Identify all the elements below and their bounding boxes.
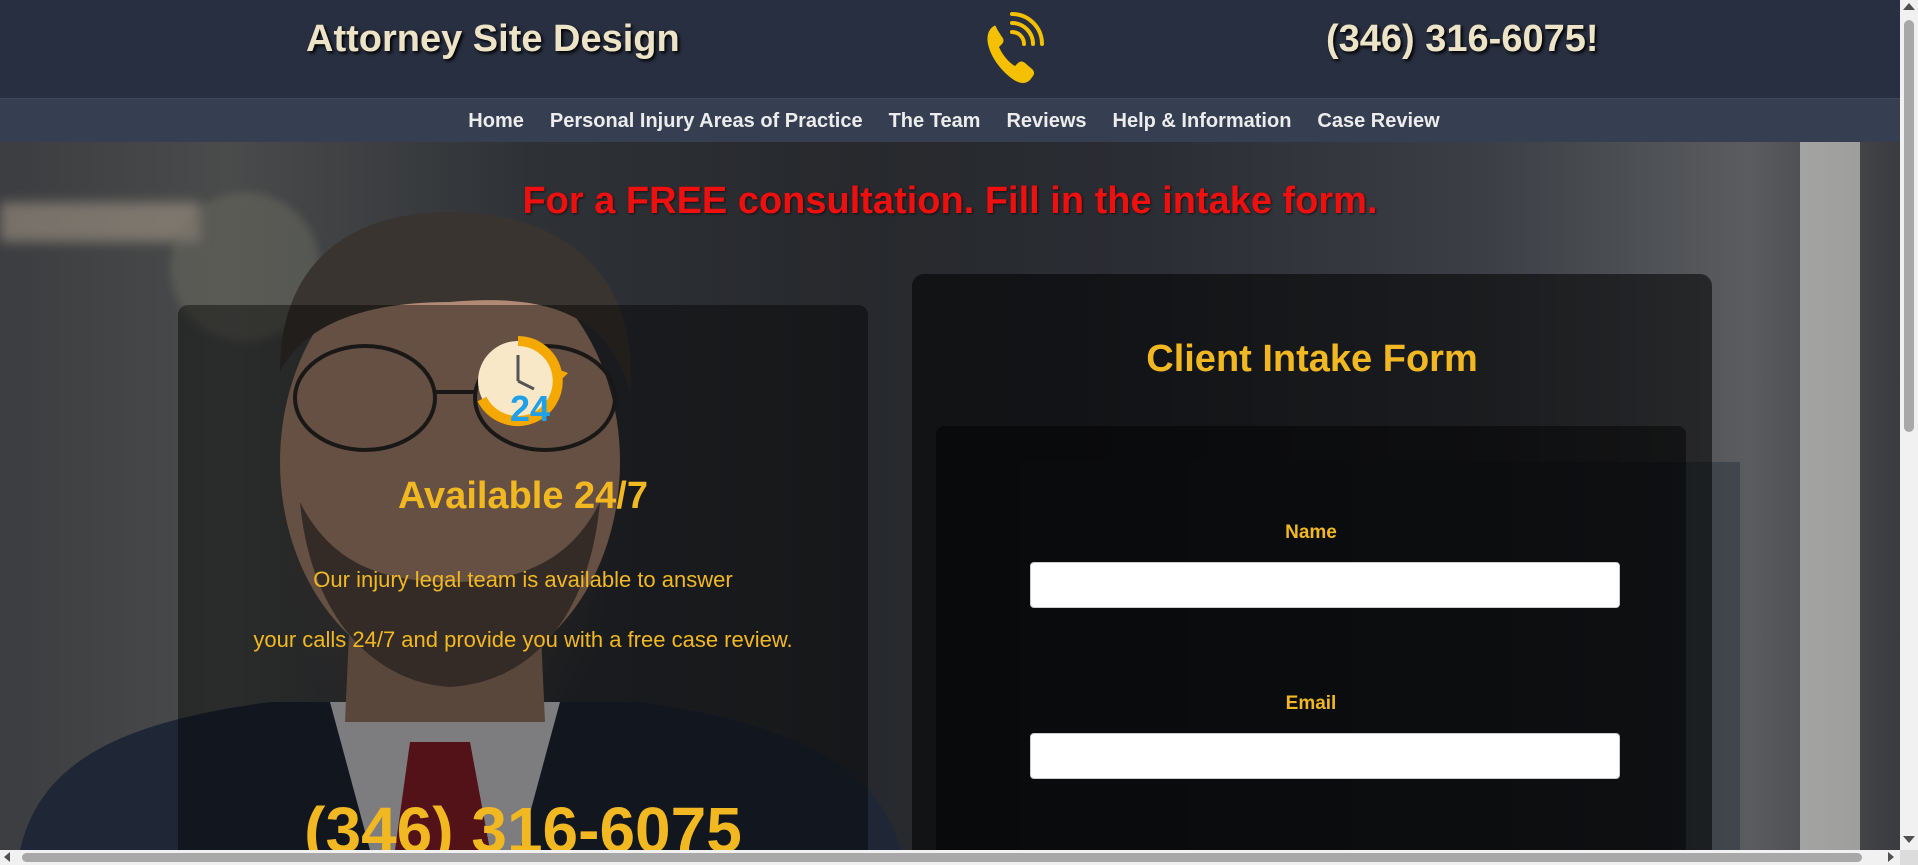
main-nav: Home Personal Injury Areas of Practice T… — [0, 98, 1900, 143]
availability-title: Available 24/7 — [398, 475, 648, 517]
nav-item-team[interactable]: The Team — [889, 110, 981, 133]
scroll-up-arrow-icon[interactable] — [1903, 3, 1915, 10]
clock-24-icon: 24 — [477, 336, 568, 429]
background-window — [1800, 142, 1860, 850]
availability-text-line-2: your calls 24/7 and provide you with a f… — [253, 627, 793, 652]
scroll-left-arrow-icon[interactable] — [4, 852, 10, 862]
email-field[interactable] — [1030, 733, 1620, 779]
site-brand[interactable]: Attorney Site Design — [306, 18, 680, 61]
name-field-label: Name — [1285, 522, 1337, 543]
horizontal-scrollbar[interactable] — [0, 850, 1900, 865]
scroll-right-arrow-icon[interactable] — [1888, 852, 1894, 862]
header-phone-number[interactable]: (346) 316-6075! — [1326, 18, 1599, 61]
intake-form-card: Client Intake Form Name Email — [912, 274, 1712, 850]
intake-form: Name Email — [936, 426, 1686, 850]
nav-item-reviews[interactable]: Reviews — [1006, 110, 1086, 133]
availability-phone-number[interactable]: (346) 316-6075 — [178, 793, 868, 850]
svg-text:24: 24 — [510, 388, 550, 429]
availability-text-line-1: Our injury legal team is available to an… — [313, 567, 733, 592]
scrollbar-corner — [1900, 850, 1918, 865]
hero-section: For a FREE consultation. Fill in the int… — [0, 142, 1900, 850]
nav-item-help[interactable]: Help & Information — [1113, 110, 1292, 133]
nav-item-practice-areas[interactable]: Personal Injury Areas of Practice — [550, 110, 863, 133]
vertical-scroll-thumb[interactable] — [1904, 20, 1914, 432]
availability-card: 24 Available 24/7 Our injury legal team … — [178, 305, 868, 850]
name-field[interactable] — [1030, 562, 1620, 608]
horizontal-scroll-thumb[interactable] — [22, 853, 1862, 862]
email-field-label: Email — [1285, 693, 1337, 714]
intake-form-title: Client Intake Form — [1146, 338, 1478, 380]
scroll-down-arrow-icon[interactable] — [1903, 836, 1915, 843]
consultation-headline: For a FREE consultation. Fill in the int… — [522, 180, 1378, 222]
nav-item-case-review[interactable]: Case Review — [1317, 110, 1439, 133]
site-header: Attorney Site Design (346) 316-6075! — [0, 0, 1900, 98]
vertical-scrollbar[interactable] — [1900, 0, 1918, 850]
phone-ringing-icon[interactable] — [980, 10, 1044, 86]
nav-item-home[interactable]: Home — [468, 110, 524, 133]
